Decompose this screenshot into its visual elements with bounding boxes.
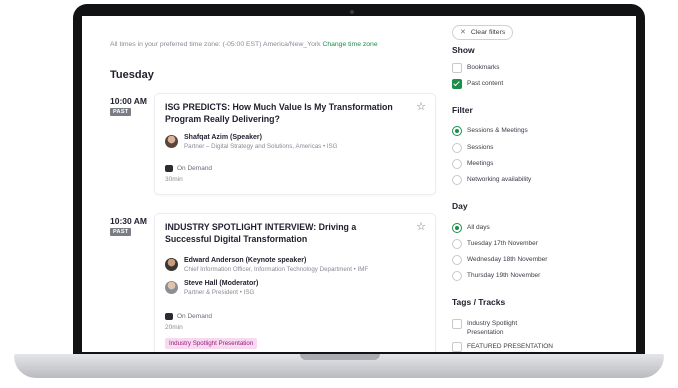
session-title[interactable]: ISG PREDICTS: How Much Value Is My Trans… bbox=[165, 101, 405, 125]
radio[interactable] bbox=[452, 126, 462, 136]
clear-filters-button[interactable]: ✕ Clear filters bbox=[452, 25, 514, 40]
filter-heading: Filter bbox=[452, 105, 473, 115]
close-icon: ✕ bbox=[460, 29, 466, 36]
day-filter-heading: Day bbox=[452, 201, 468, 211]
option-label: Thursday 19th November bbox=[467, 272, 541, 279]
on-demand-icon bbox=[165, 165, 173, 172]
session-card[interactable]: ISG PREDICTS: How Much Value Is My Trans… bbox=[154, 93, 436, 195]
clear-filters-label: Clear filters bbox=[470, 29, 506, 36]
camera-icon bbox=[350, 10, 354, 14]
option-label: FEATURED PRESENTATION bbox=[467, 343, 553, 350]
checkbox[interactable] bbox=[452, 79, 462, 89]
speaker-role: Partner & President • ISG bbox=[184, 289, 255, 296]
option-label: Networking availability bbox=[467, 176, 532, 183]
option-label: Wednesday 18th November bbox=[467, 256, 548, 263]
speaker-role: Chief Information Officer, Information T… bbox=[184, 266, 369, 273]
session-card[interactable]: INDUSTRY SPOTLIGHT INTERVIEW: Driving a … bbox=[154, 213, 436, 352]
past-badge: PAST bbox=[110, 228, 132, 236]
speaker-role: Partner – Digital Strategy and Solutions… bbox=[184, 143, 338, 150]
on-demand-label: On Demand bbox=[165, 165, 212, 172]
session-duration: 30min bbox=[165, 176, 183, 183]
radio[interactable] bbox=[452, 271, 462, 281]
radio[interactable] bbox=[452, 255, 462, 265]
bookmark-star-icon[interactable]: ☆ bbox=[416, 220, 426, 233]
avatar bbox=[165, 258, 178, 271]
bookmark-star-icon[interactable]: ☆ bbox=[416, 100, 426, 113]
tags-heading: Tags / Tracks bbox=[452, 297, 506, 307]
session-duration: 20min bbox=[165, 324, 183, 331]
checkbox[interactable] bbox=[452, 319, 462, 329]
track-tag[interactable]: Industry Spotlight Presentation bbox=[165, 338, 258, 349]
option-label: Sessions bbox=[467, 144, 494, 151]
availability-text: On Demand bbox=[177, 313, 213, 321]
option-label: Meetings bbox=[467, 160, 494, 167]
show-heading: Show bbox=[452, 45, 475, 55]
radio[interactable] bbox=[452, 223, 462, 233]
filter-panel: ✕ Clear filters Show Bookmarks Past conte… bbox=[448, 16, 636, 352]
on-demand-label: On Demand bbox=[165, 313, 212, 320]
radio[interactable] bbox=[452, 175, 462, 185]
session-time: 10:00 AM bbox=[110, 96, 148, 106]
laptop-notch bbox=[300, 354, 380, 360]
availability-text: On Demand bbox=[177, 165, 213, 173]
radio[interactable] bbox=[452, 239, 462, 249]
speaker-name: Edward Anderson (Keynote speaker) bbox=[184, 257, 307, 264]
change-timezone-link[interactable]: Change time zone bbox=[322, 41, 377, 48]
tag-option-industry-spotlight[interactable]: Industry Spotlight Presentation bbox=[452, 319, 562, 336]
avatar bbox=[165, 135, 178, 148]
session-time: 10:30 AM bbox=[110, 216, 148, 226]
past-badge: PAST bbox=[110, 108, 132, 116]
option-label: Bookmarks bbox=[467, 64, 500, 71]
avatar bbox=[165, 281, 178, 294]
speaker-name: Shafqat Azim (Speaker) bbox=[184, 134, 262, 141]
session-title[interactable]: INDUSTRY SPOTLIGHT INTERVIEW: Driving a … bbox=[165, 221, 405, 245]
option-label: Past content bbox=[467, 80, 504, 87]
agenda-screen: All times in your preferred time zone: (… bbox=[82, 16, 636, 352]
checkbox[interactable] bbox=[452, 63, 462, 73]
radio[interactable] bbox=[452, 159, 462, 169]
checkbox[interactable] bbox=[452, 342, 462, 352]
speaker-name: Steve Hall (Moderator) bbox=[184, 280, 259, 287]
option-label: Sessions & Meetings bbox=[467, 127, 528, 134]
timezone-notice: All times in your preferred time zone: (… bbox=[110, 41, 378, 48]
day-heading: Tuesday bbox=[110, 69, 154, 81]
timezone-text: All times in your preferred time zone: (… bbox=[110, 41, 321, 48]
option-label: All days bbox=[467, 224, 490, 231]
option-label: Industry Spotlight Presentation bbox=[467, 320, 518, 336]
on-demand-icon bbox=[165, 313, 173, 320]
option-label: Tuesday 17th November bbox=[467, 240, 538, 247]
radio[interactable] bbox=[452, 143, 462, 153]
